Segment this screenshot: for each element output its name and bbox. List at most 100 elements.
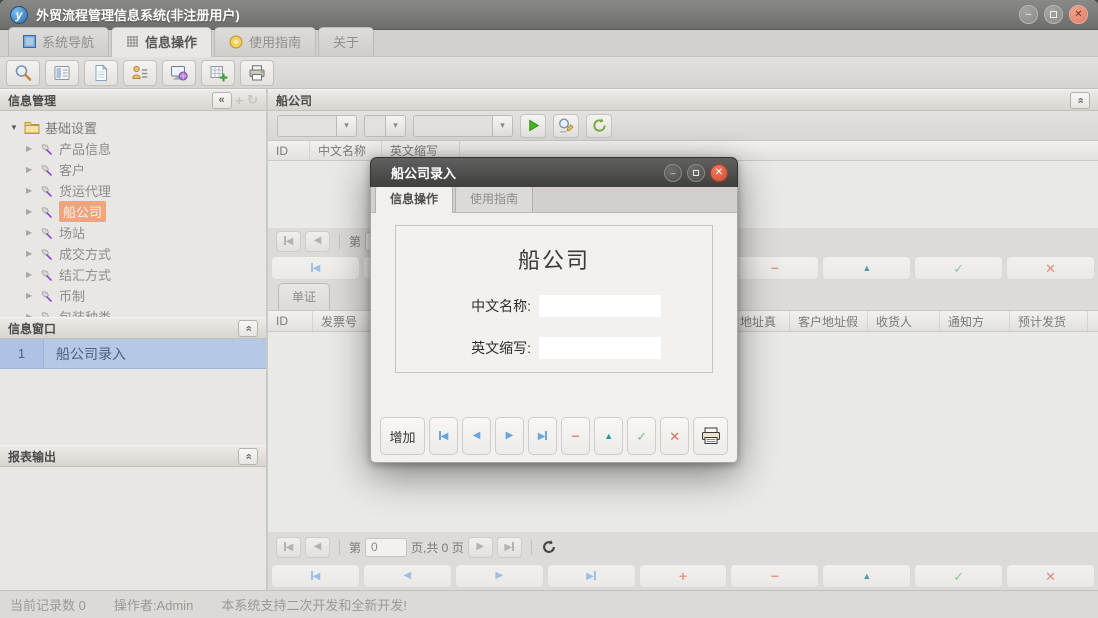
first-page-button[interactable]: ◀ [276, 537, 301, 558]
monitor-button[interactable] [162, 60, 196, 86]
dialog-close-button[interactable]: ✕ [710, 164, 728, 182]
cn-name-input[interactable] [539, 295, 661, 317]
column-header-est-ship[interactable]: 预计发货 [1010, 311, 1088, 331]
minimize-button[interactable]: – [1019, 5, 1038, 24]
list-item-shipping-entry[interactable]: 1 船公司录入 [0, 339, 266, 369]
tree-node-customer[interactable]: ▶ 客户 [0, 159, 266, 180]
column-header-notify[interactable]: 通知方 [940, 311, 1010, 331]
collapse-node-icon[interactable]: ▼ [10, 123, 19, 132]
filter-combo-2[interactable]: ▾ [364, 115, 406, 137]
refresh-tree-icon[interactable]: ↻ [247, 92, 258, 108]
expand-node-icon[interactable]: ▶ [26, 165, 35, 174]
chevron-down-icon[interactable]: ▾ [336, 116, 356, 136]
cancel-button[interactable]: ✕ [1006, 256, 1095, 280]
tree-node-settlement[interactable]: ▶ 结汇方式 [0, 264, 266, 285]
advanced-find-button[interactable] [553, 114, 579, 138]
dialog-tab-info-ops[interactable]: 信息操作 [375, 187, 453, 213]
chevron-down-icon[interactable]: ▾ [385, 116, 405, 136]
run-query-button[interactable] [520, 114, 546, 138]
tree-node-shipping-company[interactable]: ▶ 船公司 [0, 201, 266, 222]
collapse-panel-button[interactable]: « [1070, 92, 1090, 109]
column-header-addr-fake[interactable]: 客户地址假 [790, 311, 868, 331]
expand-node-icon[interactable]: ▶ [26, 186, 35, 195]
dialog-titlebar[interactable]: 船公司录入 – ✕ [370, 157, 738, 187]
filter-combo-1[interactable]: ▾ [277, 115, 357, 137]
dialog-tab-help[interactable]: 使用指南 [455, 187, 533, 212]
collapse-panel-button[interactable]: « [238, 320, 258, 337]
add-record-button[interactable]: + [639, 564, 728, 588]
tree-node-deal-method[interactable]: ▶ 成交方式 [0, 243, 266, 264]
tab-help-guide[interactable]: 使用指南 [214, 27, 316, 56]
tree-node-yard[interactable]: ▶ 场站 [0, 222, 266, 243]
expand-node-icon[interactable]: ▶ [26, 207, 35, 216]
last-record-button[interactable]: ▶ [547, 564, 636, 588]
user-list-button[interactable] [123, 60, 157, 86]
expand-node-icon[interactable]: ▶ [26, 228, 35, 237]
tab-about[interactable]: 关于 [318, 27, 374, 56]
maximize-button[interactable] [1044, 5, 1063, 24]
cancel-button[interactable]: ✕ [660, 417, 689, 455]
tree-node-root[interactable]: ▼ 基础设置 [0, 117, 266, 138]
collapse-sidebar-button[interactable]: « [212, 92, 232, 109]
print-button[interactable] [240, 60, 274, 86]
edit-record-button[interactable]: ▲ [822, 256, 911, 280]
en-abbr-input[interactable] [539, 337, 661, 359]
confirm-button[interactable]: ✓ [914, 256, 1003, 280]
table-add-button[interactable] [201, 60, 235, 86]
tree-node-currency[interactable]: ▶ 币制 [0, 285, 266, 306]
cancel-button[interactable]: ✕ [1006, 564, 1095, 588]
delete-record-button[interactable]: − [730, 256, 819, 280]
expand-node-icon[interactable]: ▶ [26, 291, 35, 300]
tree-node-product[interactable]: ▶ 产品信息 [0, 138, 266, 159]
column-header-consignee[interactable]: 收货人 [868, 311, 940, 331]
collapse-panel-button[interactable]: « [238, 448, 258, 465]
form-view-button[interactable] [45, 60, 79, 86]
confirm-button[interactable]: ✓ [627, 417, 656, 455]
last-record-button[interactable]: ▶ [528, 417, 557, 455]
tab-system-nav[interactable]: 系统导航 [8, 27, 109, 56]
next-record-button[interactable]: ▶ [455, 564, 544, 588]
panel-title: 报表输出 [8, 448, 56, 465]
column-header-id[interactable]: ID [268, 311, 313, 331]
prev-record-button[interactable]: ◀ [363, 564, 452, 588]
chevron-down-icon[interactable]: ▾ [492, 116, 512, 136]
tab-documents[interactable]: 单证 [278, 283, 330, 310]
tab-label: 信息操作 [145, 32, 197, 51]
prev-page-button[interactable]: ◀ [305, 231, 330, 252]
tab-info-ops[interactable]: 信息操作 [111, 27, 212, 57]
refresh-button[interactable] [586, 114, 612, 138]
first-record-button[interactable]: ◀ [271, 256, 360, 280]
tree-node-packaging[interactable]: ▶ 包装种类 [0, 306, 266, 317]
refresh-icon[interactable] [541, 539, 557, 555]
first-record-button[interactable]: ◀ [271, 564, 360, 588]
expand-node-icon[interactable]: ▶ [26, 249, 35, 258]
add-button[interactable]: 增加 [380, 417, 425, 455]
print-record-button[interactable] [693, 417, 728, 455]
first-page-button[interactable]: ◀ [276, 231, 301, 252]
search-button[interactable] [6, 60, 40, 86]
edit-record-button[interactable]: ▲ [594, 417, 623, 455]
delete-record-button[interactable]: − [730, 564, 819, 588]
column-header-cn-name[interactable]: 中文名称 [310, 141, 382, 160]
next-page-button[interactable]: ▶ [468, 537, 493, 558]
prev-page-button[interactable]: ◀ [305, 537, 330, 558]
dialog-maximize-button[interactable] [687, 164, 705, 182]
dialog-minimize-button[interactable]: – [664, 164, 682, 182]
filter-toolbar: ▾ ▾ ▾ [268, 111, 1098, 141]
last-page-button[interactable]: ▶ [497, 537, 522, 558]
expand-node-icon[interactable]: ▶ [26, 144, 35, 153]
edit-record-button[interactable]: ▲ [822, 564, 911, 588]
document-button[interactable] [84, 60, 118, 86]
prev-record-button[interactable]: ◀ [462, 417, 491, 455]
column-header-id[interactable]: ID [268, 141, 310, 160]
close-button[interactable]: ✕ [1069, 5, 1088, 24]
page-number-input[interactable] [365, 538, 407, 557]
first-record-button[interactable]: ◀ [429, 417, 458, 455]
filter-combo-3[interactable]: ▾ [413, 115, 513, 137]
next-record-button[interactable]: ▶ [495, 417, 524, 455]
delete-record-button[interactable]: − [561, 417, 590, 455]
tree-node-freight-agent[interactable]: ▶ 货运代理 [0, 180, 266, 201]
expand-node-icon[interactable]: ▶ [26, 270, 35, 279]
add-node-icon[interactable]: + [236, 93, 244, 108]
confirm-button[interactable]: ✓ [914, 564, 1003, 588]
